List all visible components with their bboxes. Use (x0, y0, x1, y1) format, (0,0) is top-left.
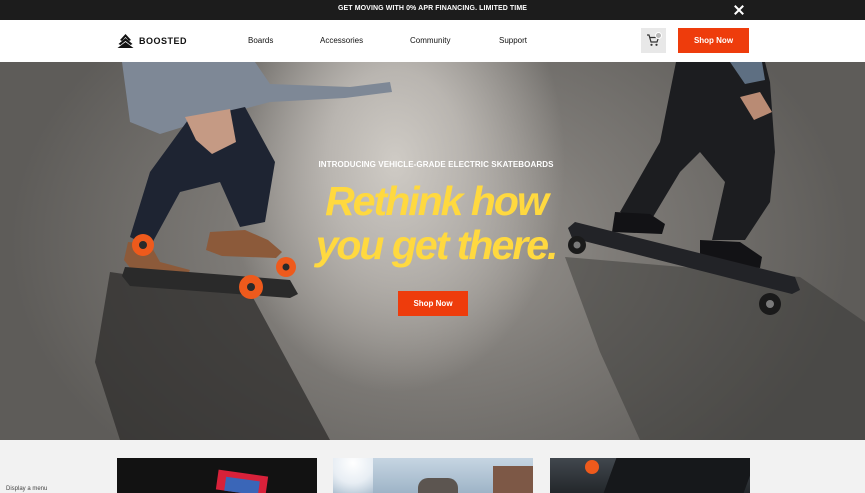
product-card-image[interactable] (117, 458, 317, 493)
hero-eyebrow: INTRODUCING VEHICLE-GRADE ELECTRIC SKATE… (318, 160, 554, 169)
brand-name: BOOSTED (139, 36, 188, 46)
nav-link-support[interactable]: Support (499, 36, 527, 45)
browser-status-text: Display a menu (6, 486, 48, 492)
nav-link-boards[interactable]: Boards (248, 36, 273, 45)
cart-button[interactable] (641, 28, 666, 53)
product-card-image[interactable] (333, 458, 533, 493)
hero-headline-line-1: Rethink how (325, 178, 549, 224)
close-icon[interactable] (731, 2, 747, 18)
nav-link-accessories[interactable]: Accessories (320, 36, 363, 45)
product-cards-strip (0, 440, 865, 493)
hero-headline-line-2: you get there. (315, 222, 559, 268)
cart-count-badge (655, 32, 662, 39)
brand-logo[interactable]: BOOSTED (117, 32, 187, 50)
promo-bar: GET MOVING WITH 0% APR FINANCING. LIMITE… (0, 0, 865, 20)
nav-link-community[interactable]: Community (410, 36, 450, 45)
main-nav: BOOSTED Boards Accessories Community Sup… (0, 20, 865, 62)
hero-section: INTRODUCING VEHICLE-GRADE ELECTRIC SKATE… (0, 62, 865, 440)
hero-shop-now-button[interactable]: Shop Now (398, 291, 468, 316)
product-card-image[interactable] (550, 458, 750, 493)
boosted-logo-icon (117, 34, 134, 48)
nav-shop-now-button[interactable]: Shop Now (678, 28, 749, 53)
